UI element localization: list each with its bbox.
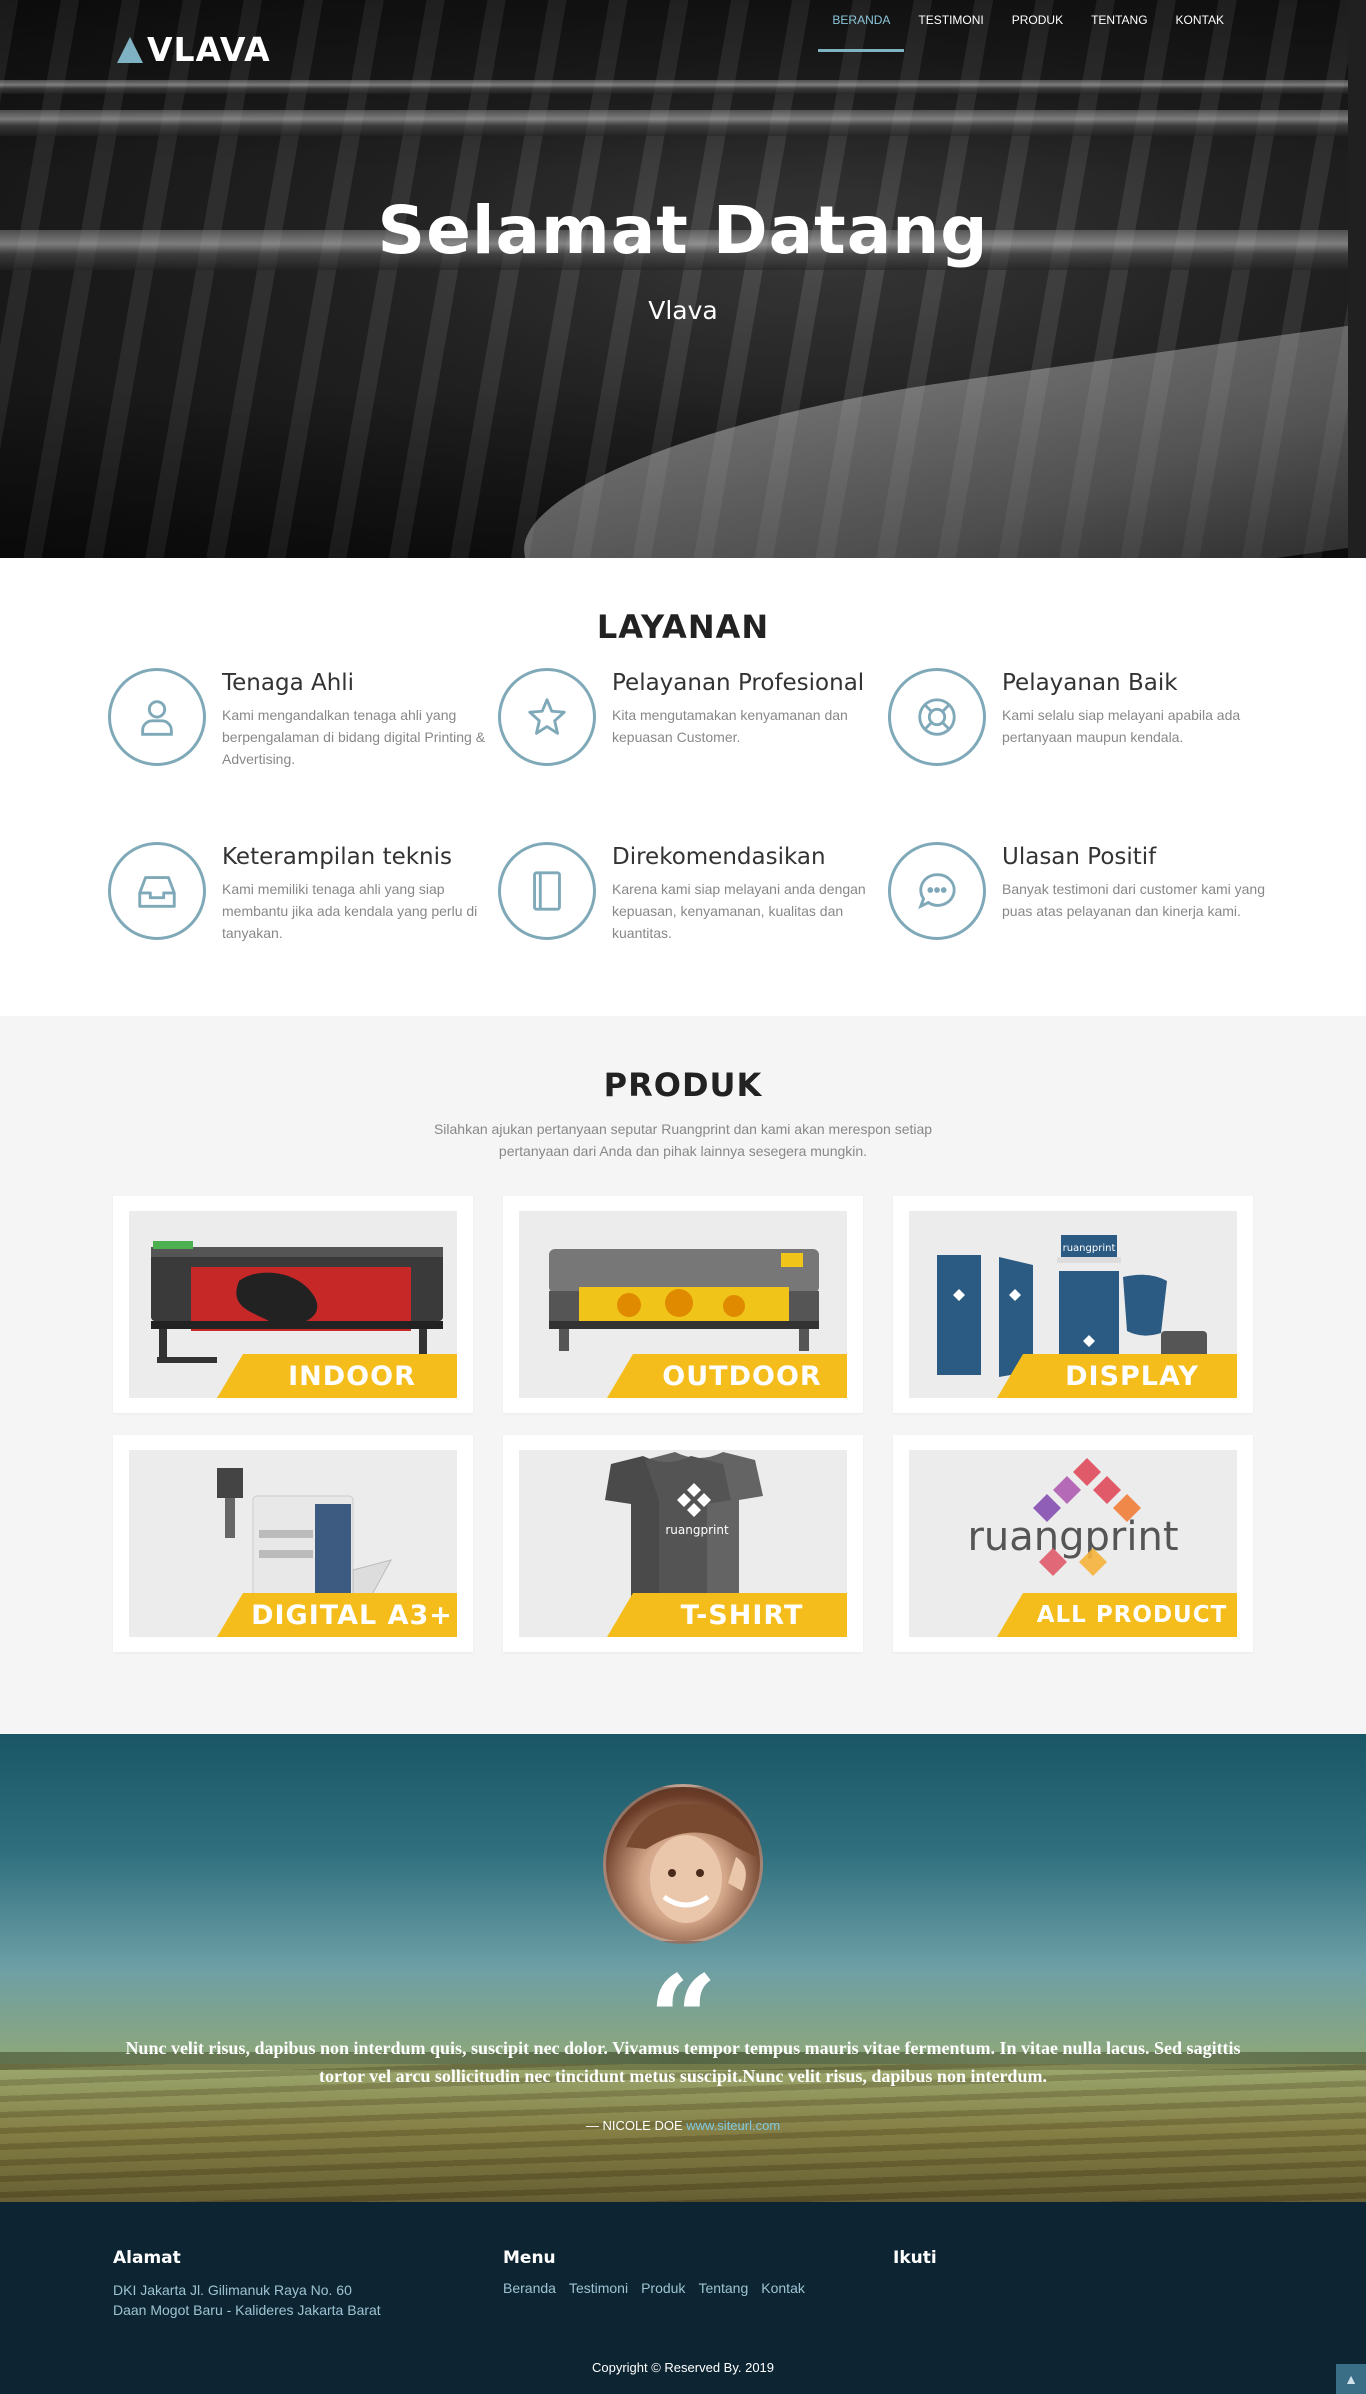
author-name: — NICOLE DOE <box>585 2118 683 2133</box>
nav-item-testimoni[interactable]: TESTIMONI <box>904 0 997 52</box>
hero-section: VLAVA BERANDA TESTIMONI PRODUK TENTANG K… <box>0 0 1366 558</box>
product-label: DISPLAY <box>1065 1360 1199 1392</box>
product-label-band: T-SHIRT <box>607 1593 847 1637</box>
logo-triangle-icon <box>117 36 143 63</box>
service-title: Pelayanan Baik <box>1002 670 1178 696</box>
ruangprint-logo-image: ruangprint ALL PRODUCT <box>909 1450 1237 1637</box>
footer-ikuti-title: Ikuti <box>893 2248 937 2268</box>
tshirt-image: ruangprint T-SHIRT <box>519 1450 847 1637</box>
produk-title: PRODUK <box>603 1066 763 1104</box>
service-title: Tenaga Ahli <box>222 670 355 696</box>
main-nav: BERANDA TESTIMONI PRODUK TENTANG KONTAK <box>818 0 1238 52</box>
nav-item-produk[interactable]: PRODUK <box>998 0 1077 52</box>
product-card-digital-a3[interactable]: DIGITAL A3+ <box>113 1435 473 1652</box>
product-label: OUTDOOR <box>662 1360 822 1392</box>
testimoni-section: “ Nunc velit risus, dapibus non interdum… <box>0 1734 1366 2202</box>
svg-text:ruangprint: ruangprint <box>1063 1243 1116 1254</box>
testimonial-quote: Nunc velit risus, dapibus non interdum q… <box>125 2038 1241 2086</box>
product-card-all-product[interactable]: ruangprint ALL PRODUCT <box>893 1435 1253 1652</box>
service-description: Kita mengutamakan kenyamanan dan kepuasa… <box>612 707 848 745</box>
testimonial-author: — NICOLE DOE www.siteurl.com <box>0 2118 1366 2133</box>
author-link[interactable]: www.siteurl.com <box>686 2118 780 2133</box>
product-label-band: DISPLAY <box>997 1354 1237 1398</box>
star-icon <box>498 668 596 766</box>
footer: Alamat DKI Jakarta Jl. Gilimanuk Raya No… <box>0 2202 1366 2394</box>
product-card-outdoor[interactable]: OUTDOOR <box>503 1196 863 1413</box>
service-item: Tenaga Ahli Kami mengandalkan tenaga ahl… <box>108 668 498 770</box>
hero-roller <box>0 80 1366 94</box>
product-label: ALL PRODUCT <box>1036 1602 1228 1628</box>
footer-alamat-title: Alamat <box>113 2248 181 2268</box>
brand-name: VLAVA <box>147 30 271 69</box>
service-item: Pelayanan Profesional Kita mengutamakan … <box>498 668 888 770</box>
lifebuoy-icon <box>888 668 986 766</box>
footer-link-tentang[interactable]: Tentang <box>698 2280 748 2296</box>
ruangprint-logo-text: ruangprint <box>967 1514 1178 1560</box>
footer-address-line: DKI Jakarta Jl. Gilimanuk Raya No. 60 <box>113 2282 352 2298</box>
product-card-tshirt[interactable]: ruangprint T-SHIRT <box>503 1435 863 1652</box>
service-description: Kami selalu siap melayani apabila ada pe… <box>1002 707 1241 745</box>
service-item: Pelayanan Baik Kami selalu siap melayani… <box>888 668 1278 770</box>
chevron-up-icon: ▲ <box>1344 2371 1358 2387</box>
hero-title: Selamat Datang <box>377 192 989 269</box>
user-icon <box>108 668 206 766</box>
back-to-top-button[interactable]: ▲ <box>1336 2364 1366 2394</box>
product-label: INDOOR <box>288 1360 416 1392</box>
outdoor-printer-image: OUTDOOR <box>519 1211 847 1398</box>
brand-logo[interactable]: VLAVA <box>117 30 271 69</box>
product-label-band: INDOOR <box>217 1354 457 1398</box>
hero-roller <box>0 110 1366 136</box>
book-icon <box>498 842 596 940</box>
display-banner-image: ruangprint DISPLAY <box>909 1211 1237 1398</box>
footer-link-kontak[interactable]: Kontak <box>761 2280 805 2296</box>
hero-subtitle: Vlava <box>648 296 718 325</box>
produk-subtitle: Silahkan ajukan pertanyaan seputar Ruang… <box>433 1121 933 1159</box>
hero-edge <box>1348 0 1366 558</box>
product-label-band: OUTDOOR <box>607 1354 847 1398</box>
product-grid: INDOOR OUTDOOR ruangprint DISPLAY DIGITA… <box>113 1196 1253 1652</box>
service-title: Pelayanan Profesional <box>612 670 865 696</box>
footer-ikuti: Ikuti <box>893 2248 937 2280</box>
footer-menu-links: Beranda Testimoni Produk Tentang Kontak <box>503 2280 805 2296</box>
copyright: Copyright © Reserved By. 2019 <box>591 2360 775 2375</box>
footer-alamat: Alamat DKI Jakarta Jl. Gilimanuk Raya No… <box>113 2248 381 2320</box>
service-title: Direkomendasikan <box>612 844 826 870</box>
product-card-indoor[interactable]: INDOOR <box>113 1196 473 1413</box>
footer-link-produk[interactable]: Produk <box>641 2280 685 2296</box>
inbox-icon <box>108 842 206 940</box>
product-label-band: DIGITAL A3+ <box>217 1593 457 1637</box>
footer-menu-title: Menu <box>503 2248 556 2268</box>
svg-text:ruangprint: ruangprint <box>665 1523 729 1537</box>
service-description: Kami memiliki tenaga ahli yang siap memb… <box>222 881 478 941</box>
nav-item-beranda[interactable]: BERANDA <box>818 0 905 52</box>
service-description: Karena kami siap melayani anda dengan ke… <box>612 881 866 941</box>
nav-item-kontak[interactable]: KONTAK <box>1162 0 1238 52</box>
service-title: Keterampilan teknis <box>222 844 453 870</box>
layanan-section: LAYANAN Tenaga Ahli Kami mengandalkan te… <box>0 558 1366 1016</box>
service-description: Kami mengandalkan tenaga ahli yang berpe… <box>222 707 486 767</box>
avatar <box>603 1784 763 1944</box>
layanan-title: LAYANAN <box>596 608 770 646</box>
service-item: Keterampilan teknis Kami memiliki tenaga… <box>108 842 498 944</box>
service-title: Ulasan Positif <box>1002 844 1157 870</box>
product-label-band: ALL PRODUCT <box>997 1593 1237 1637</box>
service-item: Direkomendasikan Karena kami siap melaya… <box>498 842 888 944</box>
product-card-display[interactable]: ruangprint DISPLAY <box>893 1196 1253 1413</box>
footer-menu: Menu Beranda Testimoni Produk Tentang Ko… <box>503 2248 805 2296</box>
nav-item-tentang[interactable]: TENTANG <box>1077 0 1161 52</box>
produk-section: PRODUK Silahkan ajukan pertanyaan seputa… <box>0 1016 1366 1734</box>
service-item: Ulasan Positif Banyak testimoni dari cus… <box>888 842 1278 944</box>
indoor-printer-image: INDOOR <box>129 1211 457 1398</box>
footer-address-line: Daan Mogot Baru - Kalideres Jakarta Bara… <box>113 2302 381 2318</box>
service-description: Banyak testimoni dari customer kami yang… <box>1002 881 1265 919</box>
product-label: DIGITAL A3+ <box>251 1599 453 1631</box>
footer-link-testimoni[interactable]: Testimoni <box>569 2280 628 2296</box>
product-label: T-SHIRT <box>680 1599 804 1631</box>
digital-copier-image: DIGITAL A3+ <box>129 1450 457 1637</box>
chat-icon <box>888 842 986 940</box>
footer-link-beranda[interactable]: Beranda <box>503 2280 556 2296</box>
service-grid: Tenaga Ahli Kami mengandalkan tenaga ahl… <box>108 668 1278 944</box>
